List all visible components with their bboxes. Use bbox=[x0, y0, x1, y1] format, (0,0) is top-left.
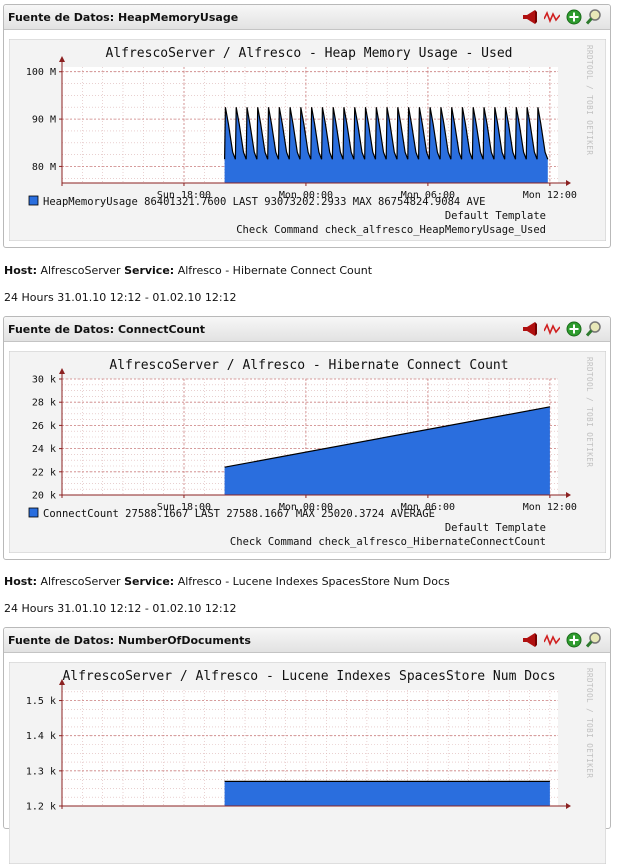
chart-title: AlfrescoServer / Alfresco - Heap Memory … bbox=[106, 46, 513, 61]
panel-title: Fuente de Datos: NumberOfDocuments bbox=[8, 634, 251, 647]
pnp-graph-icon[interactable] bbox=[543, 9, 561, 25]
chart-title: AlfrescoServer / Alfresco - Hibernate Co… bbox=[109, 358, 508, 373]
panel-actions bbox=[522, 321, 606, 337]
add-basket-icon[interactable] bbox=[566, 321, 582, 337]
graph-panel-documents: Fuente de Datos: NumberOfDocuments 1.2 k… bbox=[3, 627, 611, 865]
chart-title: AlfrescoServer / Alfresco - Lucene Index… bbox=[62, 669, 555, 684]
alarm-horn-icon[interactable] bbox=[522, 321, 538, 337]
graph-heap-memory: 80 M 90 M 100 M Sun 18:00 Mon 00:00 Mon 06:00… bbox=[8, 38, 607, 242]
host-label: Host: bbox=[4, 264, 37, 277]
zoom-magnifier-icon[interactable] bbox=[585, 9, 602, 25]
chart-watermark: RRDTOOL / TOBI OETIKER bbox=[585, 357, 594, 467]
legend-swatch bbox=[28, 195, 39, 206]
add-basket-icon[interactable] bbox=[566, 9, 582, 25]
zoom-magnifier-icon[interactable] bbox=[585, 632, 602, 648]
host-name: AlfrescoServer bbox=[40, 264, 121, 277]
y-tick-label: 24 k bbox=[32, 444, 56, 455]
y-tick-label: 30 k bbox=[32, 375, 56, 386]
command-line: Check Command check_alfresco_HibernateCo… bbox=[230, 536, 546, 548]
panel-header: Fuente de Datos: ConnectCount bbox=[4, 317, 610, 342]
y-tick-label: 20 k bbox=[32, 491, 56, 502]
host-label: Host: bbox=[4, 575, 37, 588]
period-line: 24 Hours 31.01.10 12:12 - 01.02.10 12:12 bbox=[4, 602, 237, 615]
template-line: Default Template bbox=[445, 522, 546, 534]
zoom-magnifier-icon[interactable] bbox=[585, 321, 602, 337]
y-tick-label: 26 k bbox=[32, 421, 56, 432]
y-tick-label: 22 k bbox=[32, 467, 56, 478]
panel-actions bbox=[522, 9, 606, 25]
chart-watermark: RRDTOOL / TOBI OETIKER bbox=[585, 668, 594, 778]
graph-number-documents: 1.2 k 1.3 k 1.4 k 1.5 k AlfrescoServer / Alf… bbox=[8, 661, 607, 865]
alarm-horn-icon[interactable] bbox=[522, 9, 538, 25]
graph-panel-heap: Fuente de Datos: HeapMemoryUsage 80 M 90 … bbox=[3, 4, 611, 248]
service-label: Service: bbox=[124, 264, 175, 277]
y-tick-label: 1.4 k bbox=[26, 731, 56, 742]
x-tick-label: Mon 12:00 bbox=[523, 502, 577, 513]
x-tick-label: Mon 12:00 bbox=[523, 190, 577, 201]
legend-text: HeapMemoryUsage 86401321.7600 LAST 93073… bbox=[43, 196, 486, 208]
chart-watermark: RRDTOOL / TOBI OETIKER bbox=[585, 45, 594, 155]
service-label: Service: bbox=[124, 575, 175, 588]
add-basket-icon[interactable] bbox=[566, 632, 582, 648]
y-tick-label: 1.5 k bbox=[26, 696, 56, 707]
template-line: Default Template bbox=[445, 210, 546, 222]
host-name: AlfrescoServer bbox=[40, 575, 121, 588]
legend-text: ConnectCount 27588.1667 LAST 27588.1667 … bbox=[43, 508, 435, 520]
graph-connect-count: 20 k 22 k 24 k 26 k 28 k 30 k Sun 18:00 Mon 00:… bbox=[8, 350, 607, 554]
legend-swatch bbox=[28, 507, 39, 518]
service-name: Alfresco - Hibernate Connect Count bbox=[177, 264, 373, 277]
service-name: Alfresco - Lucene Indexes SpacesStore Nu… bbox=[177, 575, 450, 588]
host-service-line: Host: AlfrescoServer Service: Alfresco -… bbox=[4, 575, 450, 588]
graph-panel-connect: Fuente de Datos: ConnectCount 20 k 22 k 24… bbox=[3, 316, 611, 560]
panel-header: Fuente de Datos: NumberOfDocuments bbox=[4, 628, 610, 653]
y-tick-label: 1.2 k bbox=[26, 802, 56, 813]
host-service-line: Host: AlfrescoServer Service: Alfresco -… bbox=[4, 264, 372, 277]
y-tick-label: 80 M bbox=[32, 162, 56, 173]
command-line: Check Command check_alfresco_HeapMemoryU… bbox=[236, 224, 546, 236]
panel-actions bbox=[522, 632, 606, 648]
panel-title: Fuente de Datos: ConnectCount bbox=[8, 323, 206, 336]
period-line: 24 Hours 31.01.10 12:12 - 01.02.10 12:12 bbox=[4, 291, 237, 304]
alarm-horn-icon[interactable] bbox=[522, 632, 538, 648]
pnp-graph-icon[interactable] bbox=[543, 632, 561, 648]
data-area bbox=[224, 781, 550, 806]
y-tick-label: 28 k bbox=[32, 398, 56, 409]
pnp-graph-icon[interactable] bbox=[543, 321, 561, 337]
y-tick-label: 1.3 k bbox=[26, 766, 56, 777]
y-tick-label: 100 M bbox=[26, 67, 56, 78]
panel-header: Fuente de Datos: HeapMemoryUsage bbox=[4, 5, 610, 30]
y-tick-label: 90 M bbox=[32, 115, 56, 126]
panel-title: Fuente de Datos: HeapMemoryUsage bbox=[8, 11, 239, 24]
